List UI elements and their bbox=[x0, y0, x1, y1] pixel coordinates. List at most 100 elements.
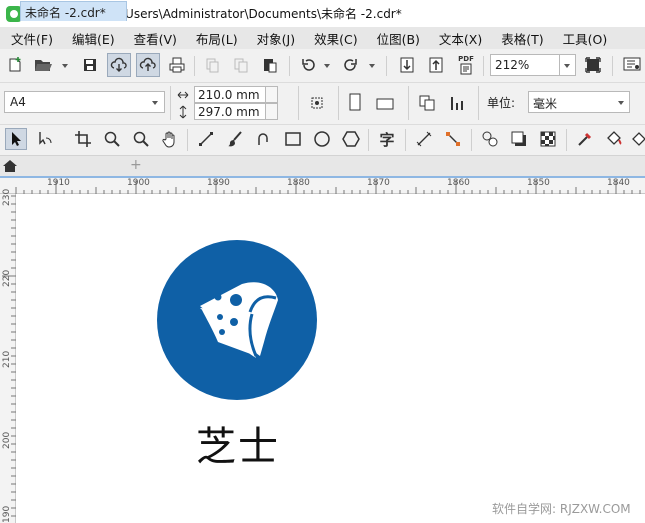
paint-bucket-icon bbox=[607, 131, 622, 145]
zoom-level-dropdown[interactable] bbox=[560, 54, 576, 76]
cheese-icon[interactable] bbox=[190, 270, 284, 370]
width-icon bbox=[177, 91, 189, 99]
page-height-spinner[interactable] bbox=[266, 103, 278, 120]
drop-shadow-tool-button[interactable] bbox=[508, 128, 530, 150]
polygon-tool-button[interactable] bbox=[340, 128, 362, 150]
pen-tool-button[interactable] bbox=[253, 128, 275, 150]
rectangle-tool-button[interactable] bbox=[282, 128, 304, 150]
dimension-tool-button[interactable] bbox=[413, 128, 435, 150]
toolbar-separator bbox=[338, 86, 339, 120]
shape-tool-button[interactable] bbox=[34, 128, 56, 150]
interactive-fill-tool-button[interactable] bbox=[603, 128, 625, 150]
document-tab[interactable]: 未命名 -2.cdr* bbox=[20, 1, 127, 21]
transparency-tool-button[interactable] bbox=[537, 128, 559, 150]
ruler-options-icon bbox=[623, 57, 641, 71]
menu-effects[interactable]: 效果(C) bbox=[302, 29, 364, 48]
vertical-ruler[interactable]: 230 220 210 200 190 bbox=[0, 189, 16, 523]
units-select[interactable]: 毫米 bbox=[528, 91, 630, 113]
cloud-download-icon bbox=[110, 57, 127, 72]
options-button[interactable] bbox=[620, 54, 644, 76]
all-pages-button[interactable] bbox=[306, 92, 328, 114]
zoom-level-input[interactable]: 212% bbox=[490, 54, 560, 76]
ruler-label: 1890 bbox=[207, 178, 230, 188]
redo-icon bbox=[344, 59, 357, 71]
pick-tool-button[interactable] bbox=[5, 128, 27, 150]
save-icon bbox=[84, 59, 96, 71]
cut-button[interactable] bbox=[201, 54, 223, 76]
smart-fill-tool-button[interactable] bbox=[631, 128, 645, 150]
new-document-button[interactable] bbox=[4, 54, 26, 76]
ruler-label: 190 bbox=[2, 505, 12, 523]
menu-layout[interactable]: 布局(L) bbox=[184, 29, 245, 48]
home-icon[interactable] bbox=[2, 158, 18, 174]
pdf-label: PDF bbox=[458, 55, 474, 63]
save-button[interactable] bbox=[79, 54, 101, 76]
blend-tool-button[interactable] bbox=[479, 128, 501, 150]
menu-table[interactable]: 表格(T) bbox=[489, 29, 550, 48]
ellipse-tool-button[interactable] bbox=[311, 128, 333, 150]
connector-tool-button[interactable] bbox=[442, 128, 464, 150]
zoom-tool-button[interactable] bbox=[101, 128, 123, 150]
export-button[interactable] bbox=[425, 54, 447, 76]
toolbar-separator bbox=[194, 56, 195, 76]
chevron-down-icon bbox=[618, 101, 624, 105]
menu-edit[interactable]: 编辑(E) bbox=[60, 29, 122, 48]
eyedropper-tool-button[interactable] bbox=[574, 128, 596, 150]
portrait-button[interactable] bbox=[344, 91, 366, 113]
import-button[interactable] bbox=[396, 54, 418, 76]
crop-tool-button[interactable] bbox=[72, 128, 94, 150]
toolbar-separator bbox=[368, 129, 369, 151]
redo-dropdown-caret[interactable] bbox=[369, 64, 375, 68]
menu-view[interactable]: 查看(V) bbox=[122, 29, 184, 48]
freehand-tool-button[interactable] bbox=[195, 128, 217, 150]
current-page-button[interactable] bbox=[446, 92, 468, 114]
menu-object[interactable]: 对象(J) bbox=[245, 29, 302, 48]
open-button[interactable] bbox=[32, 54, 54, 76]
menu-file[interactable]: 文件(F) bbox=[0, 29, 60, 48]
zoom-icon bbox=[104, 131, 120, 147]
freehand-icon bbox=[199, 132, 213, 146]
new-tab-button[interactable]: + bbox=[130, 157, 142, 173]
toolbar-separator bbox=[483, 56, 484, 76]
menu-tools[interactable]: 工具(O) bbox=[551, 29, 615, 48]
text-tool-button[interactable]: 字 bbox=[376, 128, 398, 150]
page-width-input[interactable]: 210.0 mm bbox=[194, 86, 266, 103]
print-button[interactable] bbox=[166, 54, 188, 76]
cloud-upload-button[interactable] bbox=[136, 53, 160, 77]
undo-button[interactable] bbox=[297, 54, 319, 76]
logo-text[interactable]: 芝士 bbox=[196, 414, 280, 472]
ellipse-icon bbox=[314, 131, 330, 147]
brush-icon bbox=[228, 131, 242, 147]
landscape-button[interactable] bbox=[374, 92, 396, 114]
horizontal-ruler[interactable]: 1910 1900 1890 1880 1870 1860 1850 1840 bbox=[0, 178, 645, 194]
zoom-out-tool-button[interactable] bbox=[130, 128, 152, 150]
open-dropdown-caret[interactable] bbox=[62, 64, 68, 68]
landscape-icon bbox=[376, 98, 394, 110]
pan-tool-button[interactable] bbox=[159, 128, 181, 150]
publish-pdf-button[interactable]: PDF bbox=[454, 52, 478, 78]
portrait-icon bbox=[349, 93, 361, 111]
pdf-icon bbox=[460, 63, 472, 75]
ruler-label: 1850 bbox=[527, 178, 550, 188]
artistic-media-tool-button[interactable] bbox=[224, 128, 246, 150]
units-label: 单位: bbox=[487, 96, 516, 110]
undo-dropdown-caret[interactable] bbox=[324, 64, 330, 68]
full-screen-preview-button[interactable] bbox=[582, 54, 604, 76]
redo-button[interactable] bbox=[340, 54, 362, 76]
page-height-input[interactable]: 297.0 mm bbox=[194, 103, 266, 120]
copy-button[interactable] bbox=[230, 54, 252, 76]
ruler-label: 1910 bbox=[47, 178, 70, 188]
cut-icon bbox=[206, 58, 219, 73]
menu-bitmaps[interactable]: 位图(B) bbox=[365, 29, 427, 48]
menu-text[interactable]: 文本(X) bbox=[427, 29, 489, 48]
connector-icon bbox=[446, 132, 460, 146]
drawing-canvas[interactable] bbox=[17, 195, 645, 523]
page-size-select[interactable]: A4 bbox=[4, 91, 165, 113]
all-pages-size-button[interactable] bbox=[416, 92, 438, 114]
cloud-download-button[interactable] bbox=[107, 53, 131, 77]
paste-button[interactable] bbox=[259, 54, 281, 76]
page-layout-icon bbox=[311, 97, 323, 109]
toolbar-separator bbox=[298, 86, 299, 120]
paste-icon bbox=[264, 59, 277, 73]
page-width-spinner[interactable] bbox=[266, 86, 278, 103]
